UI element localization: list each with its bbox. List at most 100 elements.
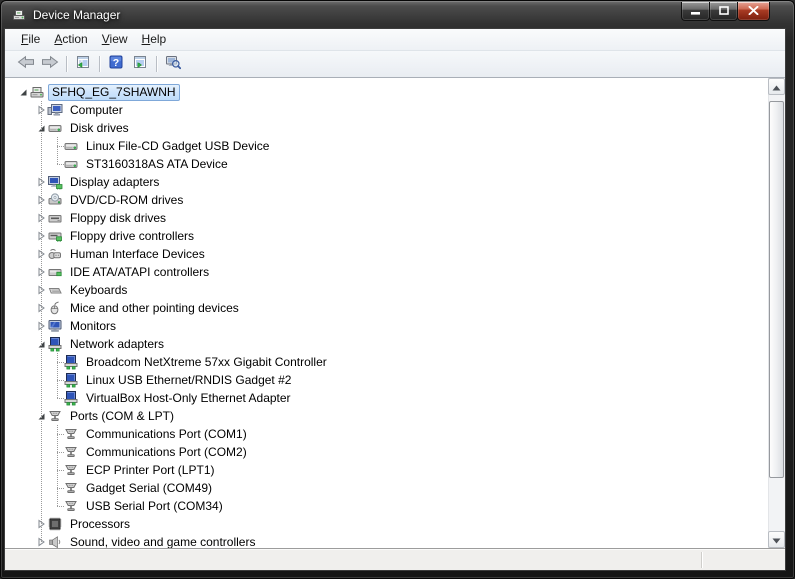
tree-item-mice-and-other-pointing-devices[interactable]: Mice and other pointing devices [5,299,768,317]
tree-item-linux-usb-ethernet-rndis-gadget-2[interactable]: Linux USB Ethernet/RNDIS Gadget #2 [5,371,768,389]
restore-button[interactable] [709,2,738,21]
menu-item-help[interactable]: Help [135,30,174,49]
tree-item-label: Communications Port (COM1) [86,426,247,441]
expand-expanded-icon[interactable] [35,410,47,422]
tree-item-display-adapters[interactable]: Display adapters [5,173,768,191]
tree-item-sound-video-and-game-controllers[interactable]: Sound, video and game controllers [5,533,768,548]
tree-item-label: Floppy drive controllers [70,228,195,243]
network-icon [63,390,79,406]
tree-item-label: Keyboards [70,282,128,297]
tree-item-processors[interactable]: Processors [5,515,768,533]
expand-collapsed-icon[interactable] [35,194,47,206]
status-separator [701,552,702,568]
expand-collapsed-icon[interactable] [35,104,47,116]
expand-collapsed-icon[interactable] [35,302,47,314]
toolbar: ? [5,51,785,78]
expand-collapsed-icon[interactable] [35,284,47,296]
action-pane-icon [132,54,148,75]
menu-bar: File Action View Help [5,29,785,51]
tree-item-label: Processors [70,516,131,531]
tree-item-broadcom-netxtreme-57xx-gigabit-controller[interactable]: Broadcom NetXtreme 57xx Gigabit Controll… [5,353,768,371]
restore-icon [718,2,729,20]
svg-text:?: ? [113,57,119,69]
show-hide-console-tree-button[interactable] [71,53,95,75]
scrollbar-thumb[interactable] [769,101,784,478]
disk-icon [47,120,63,136]
network-icon [63,372,79,388]
tree-item-dvd-cd-rom-drives[interactable]: DVD/CD-ROM drives [5,191,768,209]
toolbar-separator [99,56,100,72]
tree-item-keyboards[interactable]: Keyboards [5,281,768,299]
vertical-scrollbar[interactable] [768,78,785,548]
scroll-up-button[interactable] [768,78,785,95]
tree-item-ports-com-lpt[interactable]: Ports (COM & LPT) [5,407,768,425]
expand-collapsed-icon[interactable] [35,248,47,260]
disk-icon [63,156,79,172]
tree-item-computer[interactable]: Computer [5,101,768,119]
computer-root-icon [29,84,45,100]
tree-item-usb-serial-port-com34[interactable]: USB Serial Port (COM34) [5,497,768,515]
expand-collapsed-icon[interactable] [35,536,47,548]
port-icon [63,444,79,460]
menu-item-view[interactable]: View [95,30,135,49]
tree-item-label: Broadcom NetXtreme 57xx Gigabit Controll… [86,354,327,369]
tree-item-disk-drives[interactable]: Disk drives [5,119,768,137]
tree-item-ecp-printer-port-lpt1[interactable]: ECP Printer Port (LPT1) [5,461,768,479]
tree-item-label: Communications Port (COM2) [86,444,247,459]
sound-icon [47,534,63,548]
port-icon [63,480,79,496]
tree-item-label: USB Serial Port (COM34) [86,498,223,513]
tree-item-floppy-drive-controllers[interactable]: Floppy drive controllers [5,227,768,245]
tree-item-label: Linux USB Ethernet/RNDIS Gadget #2 [86,372,292,387]
expand-expanded-icon[interactable] [35,338,47,350]
minimize-button[interactable] [681,2,710,21]
scroll-down-button[interactable] [768,531,785,548]
forward-arrow-icon [40,54,60,75]
tree-item-communications-port-com2[interactable]: Communications Port (COM2) [5,443,768,461]
tree-item-floppy-disk-drives[interactable]: Floppy disk drives [5,209,768,227]
expand-expanded-icon[interactable] [17,86,29,98]
scan-for-hardware-changes-button[interactable] [161,53,185,75]
tree-item-network-adapters[interactable]: Network adapters [5,335,768,353]
tree-item-virtualbox-host-only-ethernet-adapter[interactable]: VirtualBox Host-Only Ethernet Adapter [5,389,768,407]
tree-item-gadget-serial-com49[interactable]: Gadget Serial (COM49) [5,479,768,497]
expand-collapsed-icon[interactable] [35,212,47,224]
expand-expanded-icon[interactable] [35,122,47,134]
menu-item-file[interactable]: File [14,30,47,49]
close-icon [748,2,759,20]
tree-item-label: DVD/CD-ROM drives [70,192,184,207]
tree-item-ide-ata-atapi-controllers[interactable]: IDE ATA/ATAPI controllers [5,263,768,281]
title-bar[interactable]: Device Manager [1,1,794,29]
expand-collapsed-icon[interactable] [35,518,47,530]
close-button[interactable] [737,2,770,21]
menu-item-action[interactable]: Action [47,30,94,49]
forward-button[interactable] [38,53,62,75]
tree-item-label: Mice and other pointing devices [70,300,239,315]
tree-item-sfhq-eg-7shawnh[interactable]: SFHQ_EG_7SHAWNH [5,83,768,101]
back-button[interactable] [14,53,38,75]
expand-collapsed-icon[interactable] [35,230,47,242]
back-arrow-icon [16,54,36,75]
tree-item-human-interface-devices[interactable]: Human Interface Devices [5,245,768,263]
mouse-icon [47,300,63,316]
expand-collapsed-icon[interactable] [35,320,47,332]
minimize-icon [691,2,700,20]
monitor-icon [47,318,63,334]
port-icon [63,426,79,442]
expand-collapsed-icon[interactable] [35,176,47,188]
help-icon: ? [108,54,124,75]
tree-item-communications-port-com1[interactable]: Communications Port (COM1) [5,425,768,443]
tree-item-label: IDE ATA/ATAPI controllers [70,264,210,279]
expand-collapsed-icon[interactable] [35,266,47,278]
tree-item-label: VirtualBox Host-Only Ethernet Adapter [86,390,291,405]
tree-item-st3160318as-ata-device[interactable]: ST3160318AS ATA Device [5,155,768,173]
tree-item-monitors[interactable]: Monitors [5,317,768,335]
show-hide-action-pane-button[interactable] [128,53,152,75]
network-icon [47,336,63,352]
help-button[interactable]: ? [104,53,128,75]
console-tree-icon [75,54,91,75]
floppy-controller-icon [47,228,63,244]
network-icon [63,354,79,370]
floppy-icon [47,210,63,226]
tree-item-linux-file-cd-gadget-usb-device[interactable]: Linux File-CD Gadget USB Device [5,137,768,155]
